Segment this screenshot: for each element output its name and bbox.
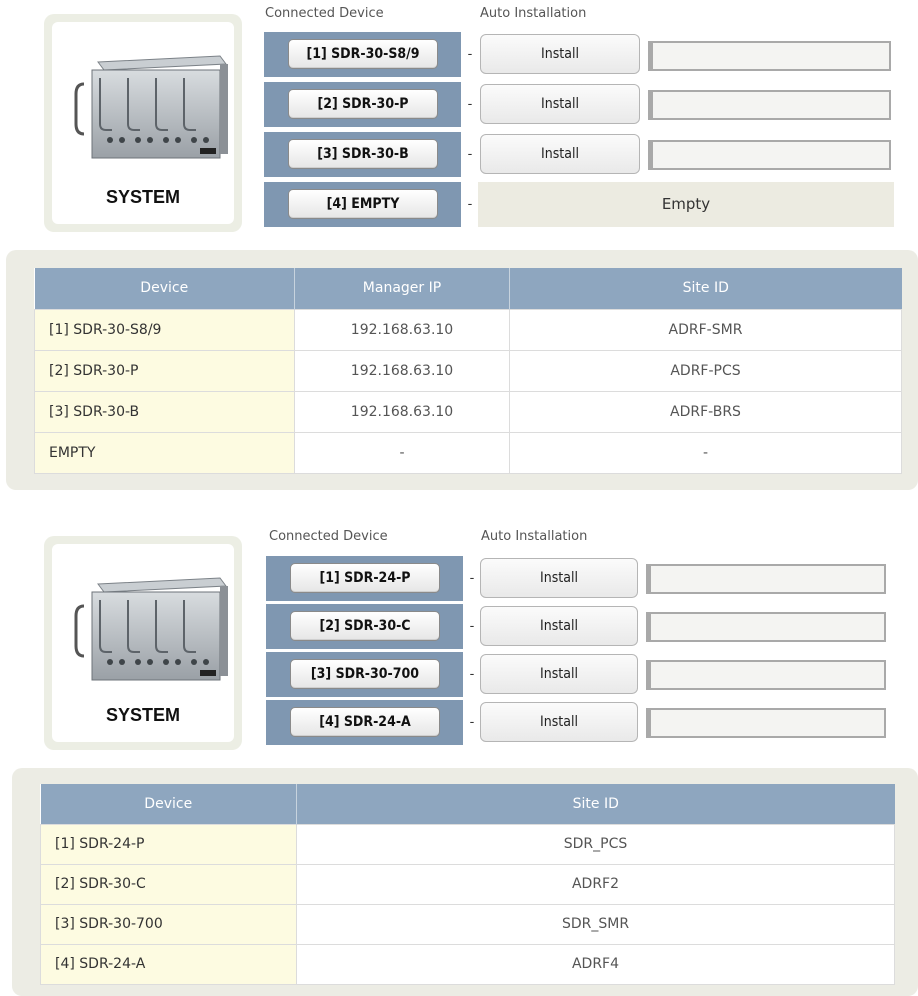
system-image-panel-2: SYSTEM: [44, 536, 242, 750]
site-id-cell: SDR_SMR: [296, 903, 895, 945]
column-header: Site ID: [296, 784, 895, 824]
table-row: [3] SDR-30-700 SDR_SMR: [40, 903, 895, 945]
device-cell-1: [1] SDR-24-P: [266, 556, 463, 601]
empty-status: Empty: [478, 182, 894, 227]
install-status-field: [646, 612, 886, 642]
device-cell-3: [3] SDR-30-700: [266, 652, 463, 697]
system-image-panel-1: SYSTEM: [44, 14, 242, 232]
device-table-2: Device Site ID [1] SDR-24-P SDR_PCS [2] …: [40, 784, 895, 985]
site-id-cell: -: [509, 431, 902, 474]
table-header-row: Device Manager IP Site ID: [34, 268, 902, 309]
device-cell-2: [2] SDR-30-P: [264, 82, 461, 127]
device-table-1: Device Manager IP Site ID [1] SDR-30-S8/…: [34, 268, 902, 474]
device-button[interactable]: [1] SDR-30-S8/9: [288, 39, 438, 69]
device-cell-4: [4] SDR-24-A: [266, 700, 463, 745]
site-id-cell: ADRF-SMR: [509, 308, 902, 351]
device-cell: EMPTY: [34, 431, 295, 474]
manager-ip-cell: -: [294, 431, 510, 474]
install-button[interactable]: Install: [480, 34, 640, 74]
table-row: [2] SDR-30-C ADRF2: [40, 863, 895, 905]
table-header-row: Device Site ID: [40, 784, 895, 824]
install-status-field: [646, 708, 886, 738]
device-cell-3: [3] SDR-30-B: [264, 132, 461, 177]
device-button[interactable]: [4] SDR-24-A: [290, 707, 440, 737]
device-button[interactable]: [4] EMPTY: [288, 189, 438, 219]
install-status-field: [648, 41, 891, 71]
device-button[interactable]: [1] SDR-24-P: [290, 563, 440, 593]
rack-chassis-icon: [74, 577, 228, 681]
table-row: EMPTY - -: [34, 431, 902, 474]
install-button[interactable]: Install: [480, 606, 638, 646]
install-status-field: [648, 140, 891, 170]
device-cell-2: [2] SDR-30-C: [266, 604, 463, 649]
device-button[interactable]: [3] SDR-30-700: [290, 659, 440, 689]
column-header: Manager IP: [294, 268, 510, 309]
site-id-cell: ADRF-BRS: [509, 390, 902, 433]
site-id-cell: ADRF2: [296, 863, 895, 905]
device-button[interactable]: [2] SDR-30-C: [290, 611, 440, 641]
separator-dash: -: [465, 556, 479, 601]
install-button[interactable]: Install: [480, 702, 638, 742]
separator-dash: -: [463, 82, 477, 127]
install-button[interactable]: Install: [480, 84, 640, 124]
table-row: [3] SDR-30-B 192.168.63.10 ADRF-BRS: [34, 390, 902, 433]
manager-ip-cell: 192.168.63.10: [294, 308, 510, 351]
install-status-field: [646, 660, 886, 690]
device-cell: [2] SDR-30-C: [40, 863, 297, 905]
table-row: [2] SDR-30-P 192.168.63.10 ADRF-PCS: [34, 349, 902, 392]
device-cell-1: [1] SDR-30-S8/9: [264, 32, 461, 77]
table-row: [1] SDR-30-S8/9 192.168.63.10 ADRF-SMR: [34, 308, 902, 351]
table-row: [1] SDR-24-P SDR_PCS: [40, 823, 895, 865]
rack-chassis-icon: [74, 55, 228, 159]
install-status-field: [646, 564, 886, 594]
manager-ip-cell: 192.168.63.10: [294, 349, 510, 392]
connected-device-heading: Connected Device: [265, 6, 384, 21]
site-id-cell: SDR_PCS: [296, 823, 895, 865]
column-header: Device: [34, 268, 295, 309]
separator-dash: -: [463, 32, 477, 77]
separator-dash: -: [463, 132, 477, 177]
separator-dash: -: [465, 652, 479, 697]
table-row: [4] SDR-24-A ADRF4: [40, 943, 895, 985]
install-button[interactable]: Install: [480, 654, 638, 694]
device-cell: [3] SDR-30-700: [40, 903, 297, 945]
column-header: Device: [40, 784, 297, 824]
install-button[interactable]: Install: [480, 558, 638, 598]
system-label: SYSTEM: [105, 187, 180, 207]
manager-ip-cell: 192.168.63.10: [294, 390, 510, 433]
device-cell: [1] SDR-24-P: [40, 823, 297, 865]
separator-dash: -: [463, 182, 477, 227]
device-button[interactable]: [3] SDR-30-B: [288, 139, 438, 169]
system-label: SYSTEM: [105, 705, 180, 725]
column-header: Site ID: [509, 268, 902, 309]
install-button[interactable]: Install: [480, 134, 640, 174]
device-cell-4: [4] EMPTY: [264, 182, 461, 227]
device-cell: [2] SDR-30-P: [34, 349, 295, 392]
device-cell: [1] SDR-30-S8/9: [34, 308, 295, 351]
device-cell: [4] SDR-24-A: [40, 943, 297, 985]
site-id-cell: ADRF4: [296, 943, 895, 985]
separator-dash: -: [465, 700, 479, 745]
auto-installation-heading: Auto Installation: [481, 529, 588, 544]
device-button[interactable]: [2] SDR-30-P: [288, 89, 438, 119]
separator-dash: -: [465, 604, 479, 649]
device-cell: [3] SDR-30-B: [34, 390, 295, 433]
connected-device-heading: Connected Device: [269, 529, 388, 544]
auto-installation-heading: Auto Installation: [480, 6, 587, 21]
site-id-cell: ADRF-PCS: [509, 349, 902, 392]
install-status-field: [648, 90, 891, 120]
